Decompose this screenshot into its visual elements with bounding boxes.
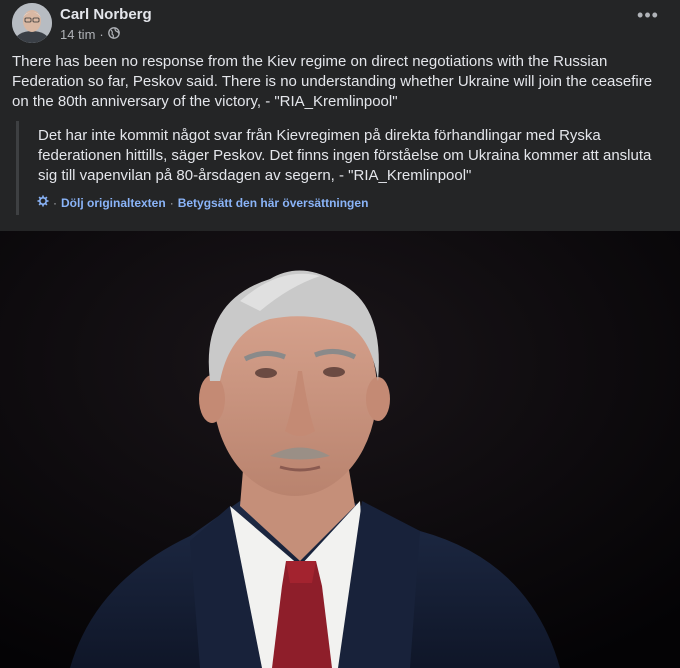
photo-image bbox=[0, 231, 680, 668]
post-time[interactable]: 14 tim bbox=[60, 27, 95, 42]
gear-icon bbox=[37, 195, 49, 210]
author-name[interactable]: Carl Norberg bbox=[60, 6, 152, 23]
link-separator: · bbox=[169, 195, 174, 210]
post-meta: 14 tim · bbox=[60, 27, 120, 42]
translation-links: · Dölj originaltexten · Betygsätt den hä… bbox=[37, 195, 368, 210]
post-text: There has been no response from the Kiev… bbox=[12, 53, 653, 110]
meta-separator: · bbox=[99, 27, 104, 42]
hide-original-link[interactable]: Dölj originaltexten bbox=[61, 196, 166, 210]
link-separator: · bbox=[53, 195, 57, 210]
more-options-icon[interactable]: ••• bbox=[636, 6, 660, 27]
globe-icon bbox=[107, 27, 120, 42]
rate-translation-link[interactable]: Betygsätt den här översättningen bbox=[178, 196, 369, 210]
translation-text: Det har inte kommit något svar från Kiev… bbox=[38, 127, 652, 184]
facebook-post: Carl Norberg 14 tim · ••• There has been… bbox=[0, 0, 680, 668]
post-photo[interactable] bbox=[0, 231, 680, 668]
author-avatar[interactable] bbox=[12, 3, 52, 43]
avatar-image bbox=[12, 3, 52, 43]
post-header: Carl Norberg 14 tim · ••• bbox=[12, 3, 668, 43]
translation-block: Det har inte kommit något svar från Kiev… bbox=[16, 121, 659, 215]
